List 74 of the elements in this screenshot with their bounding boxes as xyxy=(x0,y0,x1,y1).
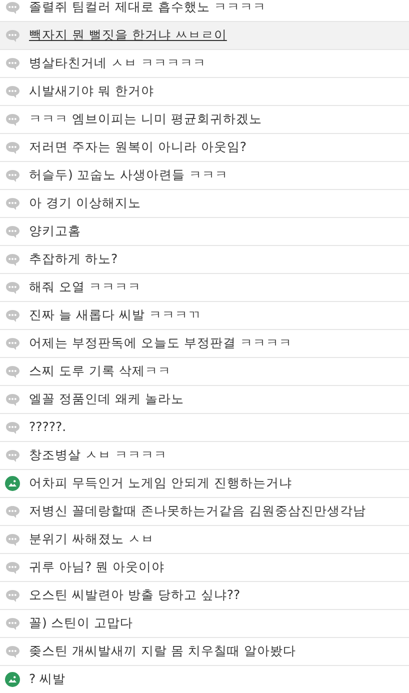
speech-bubble-icon xyxy=(5,0,20,14)
post-title-link[interactable]: 시발새기야 뭐 한거야 xyxy=(29,82,154,101)
image-icon xyxy=(5,672,20,687)
speech-bubble-icon xyxy=(5,28,20,42)
speech-bubble-icon xyxy=(5,616,20,630)
speech-bubble-icon xyxy=(5,448,20,462)
post-row[interactable]: 진짜 늘 새롭다 씨발 ㅋㅋㅋㄲ xyxy=(0,302,409,330)
image-icon xyxy=(5,476,20,491)
post-row[interactable]: 어제는 부정판독에 오늘도 부정판결 ㅋㅋㅋㅋ xyxy=(0,330,409,358)
post-row[interactable]: 저러면 주자는 원복이 아니라 아웃임? xyxy=(0,134,409,162)
post-title-link[interactable]: 해줘 오열 ㅋㅋㅋㅋ xyxy=(29,278,141,297)
post-title-link[interactable]: 창조병살 ㅅㅂ ㅋㅋㅋㅋ xyxy=(29,446,167,465)
speech-bubble-icon xyxy=(5,280,20,294)
post-row[interactable]: ㅋㅋㅋ 엠브이피는 니미 평균회귀하겠노 xyxy=(0,106,409,134)
post-row[interactable]: 양키고홈 xyxy=(0,218,409,246)
post-row[interactable]: 오스틴 씨발련아 방출 당하고 싶냐?? xyxy=(0,582,409,610)
post-title-link[interactable]: 졸렬쥐 팀컬러 제대로 흡수했노 ㅋㅋㅋㅋ xyxy=(29,0,266,17)
post-title-link[interactable]: ?????. xyxy=(29,418,66,437)
post-row[interactable]: 해줘 오열 ㅋㅋㅋㅋ xyxy=(0,274,409,302)
speech-bubble-icon xyxy=(5,364,20,378)
speech-bubble-icon xyxy=(5,560,20,574)
speech-bubble-icon xyxy=(5,504,20,518)
post-title-link[interactable]: 어차피 무득인거 노게임 안되게 진행하는거냐 xyxy=(29,474,292,493)
speech-bubble-icon xyxy=(5,392,20,406)
post-row[interactable]: 허슬두) 꼬숩노 사생아련들 ㅋㅋㅋ xyxy=(0,162,409,190)
post-row[interactable]: 스찌 도루 기록 삭제ㅋㅋ xyxy=(0,358,409,386)
post-title-link[interactable]: 저러면 주자는 원복이 아니라 아웃임? xyxy=(29,138,247,157)
speech-bubble-icon xyxy=(5,84,20,98)
post-title-link[interactable]: 양키고홈 xyxy=(29,222,81,241)
post-row[interactable]: ?????. xyxy=(0,414,409,442)
post-title-link[interactable]: 분위기 싸해졌노 ㅅㅂ xyxy=(29,530,154,549)
post-row[interactable]: 분위기 싸해졌노 ㅅㅂ xyxy=(0,526,409,554)
post-row[interactable]: 좆스틴 개씨발새끼 지랄 몸 치우칠때 알아봤다 xyxy=(0,638,409,666)
post-title-link[interactable]: ㅋㅋㅋ 엠브이피는 니미 평균회귀하겠노 xyxy=(29,110,262,129)
post-row[interactable]: 엘꼴 정품인데 왜케 놀라노 xyxy=(0,386,409,414)
speech-bubble-icon xyxy=(5,336,20,350)
post-title-link[interactable]: 좆스틴 개씨발새끼 지랄 몸 치우칠때 알아봤다 xyxy=(29,642,296,661)
post-title-link[interactable]: 진짜 늘 새롭다 씨발 ㅋㅋㅋㄲ xyxy=(29,306,201,325)
post-title-link[interactable]: ? 씨발 xyxy=(29,670,66,689)
post-row[interactable]: 저병신 꼴데랑할때 존나못하는거같음 김원중삼진만생각남 xyxy=(0,498,409,526)
speech-bubble-icon xyxy=(5,644,20,658)
post-row[interactable]: 꼴) 스틴이 고맙다 xyxy=(0,610,409,638)
post-row[interactable]: 빽자지 뭔 뻘짓을 한거냐 ㅆㅂㄹ이 xyxy=(0,22,409,50)
post-row[interactable]: 아 경기 이상해지노 xyxy=(0,190,409,218)
post-title-link[interactable]: 엘꼴 정품인데 왜케 놀라노 xyxy=(29,390,184,409)
speech-bubble-icon xyxy=(5,140,20,154)
post-row[interactable]: 귀루 아님? 뭔 아웃이야 xyxy=(0,554,409,582)
post-title-link[interactable]: 허슬두) 꼬숩노 사생아련들 ㅋㅋㅋ xyxy=(29,166,228,185)
post-row[interactable]: 시발새기야 뭐 한거야 xyxy=(0,78,409,106)
speech-bubble-icon xyxy=(5,196,20,210)
speech-bubble-icon xyxy=(5,112,20,126)
speech-bubble-icon xyxy=(5,56,20,70)
post-row[interactable]: ? 씨발 xyxy=(0,666,409,693)
post-title-link[interactable]: 귀루 아님? 뭔 아웃이야 xyxy=(29,558,165,577)
post-title-link[interactable]: 추잡하게 하노? xyxy=(29,250,118,269)
post-title-link[interactable]: 저병신 꼴데랑할때 존나못하는거같음 김원중삼진만생각남 xyxy=(29,502,366,521)
post-row[interactable]: 병살타친거네 ㅅㅂ ㅋㅋㅋㅋㅋ xyxy=(0,50,409,78)
post-title-link[interactable]: 아 경기 이상해지노 xyxy=(29,194,141,213)
speech-bubble-icon xyxy=(5,588,20,602)
speech-bubble-icon xyxy=(5,252,20,266)
post-title-link[interactable]: 꼴) 스틴이 고맙다 xyxy=(29,614,133,633)
speech-bubble-icon xyxy=(5,420,20,434)
post-title-link[interactable]: 어제는 부정판독에 오늘도 부정판결 ㅋㅋㅋㅋ xyxy=(29,334,292,353)
post-row[interactable]: 어차피 무득인거 노게임 안되게 진행하는거냐 xyxy=(0,470,409,498)
speech-bubble-icon xyxy=(5,532,20,546)
speech-bubble-icon xyxy=(5,224,20,238)
post-title-link[interactable]: 오스틴 씨발련아 방출 당하고 싶냐?? xyxy=(29,586,240,605)
post-title-link[interactable]: 병살타친거네 ㅅㅂ ㅋㅋㅋㅋㅋ xyxy=(29,54,206,73)
post-title-link[interactable]: 빽자지 뭔 뻘짓을 한거냐 ㅆㅂㄹ이 xyxy=(29,26,227,45)
speech-bubble-icon xyxy=(5,308,20,322)
post-row[interactable]: 창조병살 ㅅㅂ ㅋㅋㅋㅋ xyxy=(0,442,409,470)
speech-bubble-icon xyxy=(5,168,20,182)
post-title-link[interactable]: 스찌 도루 기록 삭제ㅋㅋ xyxy=(29,362,171,381)
post-row[interactable]: 추잡하게 하노? xyxy=(0,246,409,274)
